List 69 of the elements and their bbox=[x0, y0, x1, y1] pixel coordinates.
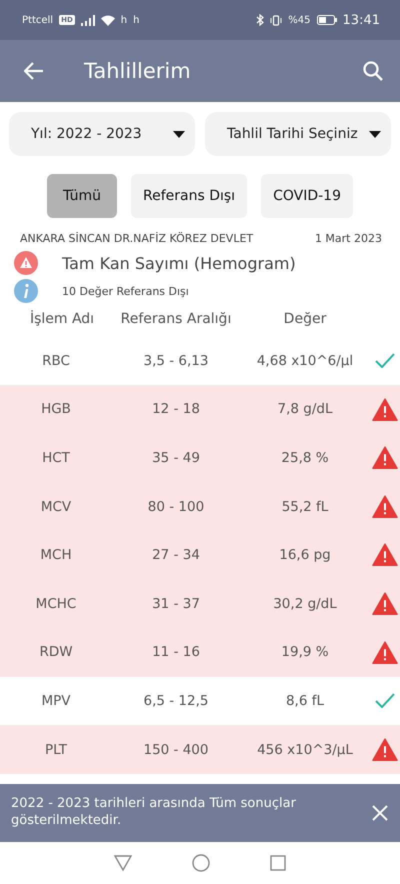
table-cell-text: 11 - 16 bbox=[151, 644, 201, 660]
table-cell-text: 456 x10^3/µL bbox=[256, 742, 354, 758]
table-cell-text: PLT bbox=[44, 742, 68, 758]
bluetooth-icon bbox=[256, 14, 264, 26]
filter-dropdown[interactable]: Tahlil Tarihi Seçiniz bbox=[205, 112, 391, 156]
warning-icon bbox=[372, 592, 398, 616]
warning-icon bbox=[372, 398, 398, 422]
table-cell-text: 7,8 g/dL bbox=[276, 401, 334, 418]
warning-icon bbox=[372, 494, 398, 518]
page-title: Tahlillerim bbox=[84, 59, 192, 83]
status-indicator: h bbox=[133, 14, 140, 26]
filter-chip[interactable]: COVID-19 bbox=[261, 174, 353, 218]
warning-icon bbox=[372, 738, 398, 762]
table-cell-text: 3,5 - 6,13 bbox=[142, 352, 210, 369]
table-cell-text: 16,6 pg bbox=[278, 547, 332, 564]
battery-icon bbox=[316, 15, 337, 25]
warning-icon bbox=[372, 446, 398, 470]
filter-chip[interactable]: Referans Dışı bbox=[131, 174, 248, 218]
wifi-icon bbox=[100, 14, 115, 26]
table-cell-text: MCV bbox=[40, 498, 72, 515]
table-cell-text: HCT bbox=[41, 450, 71, 466]
test-name: Tam Kan Sayımı (Hemogram) bbox=[62, 254, 296, 272]
info-icon bbox=[14, 279, 38, 303]
column-header: Değer bbox=[282, 311, 328, 327]
table-cell-text: 27 - 34 bbox=[151, 547, 201, 564]
warning-icon bbox=[372, 640, 398, 664]
signal-icon bbox=[80, 14, 95, 26]
clock-time: 13:41 bbox=[342, 12, 380, 28]
table-cell-text: 80 - 100 bbox=[146, 498, 206, 515]
caret-icon bbox=[369, 130, 381, 138]
filter-chip[interactable]: Tümü bbox=[47, 174, 118, 218]
snackbar-message: 2022 - 2023 tarihleri arasında Tüm sonuçlar gösterilmektedir. bbox=[11, 796, 297, 830]
table-cell-text: MCHC bbox=[34, 596, 78, 612]
table-cell-text: MCH bbox=[39, 547, 73, 564]
caret-icon bbox=[173, 130, 185, 138]
table-cell-text: 55,2 fL bbox=[280, 498, 330, 515]
warning-icon bbox=[372, 543, 398, 567]
table-cell-text: 6,5 - 12,5 bbox=[142, 692, 210, 709]
warning-icon bbox=[14, 251, 38, 275]
table-cell-text: RBC bbox=[41, 352, 71, 369]
check-icon bbox=[375, 693, 395, 708]
out-of-range-summary: 10 Değer Referans Dışı bbox=[62, 284, 189, 298]
table-cell-text: 25,8 % bbox=[280, 450, 330, 466]
column-header: Referans Aralığı bbox=[120, 311, 232, 327]
table-cell-text: 150 - 400 bbox=[142, 742, 210, 758]
vibrate-icon bbox=[270, 14, 282, 26]
table-cell-text: 8,6 fL bbox=[284, 692, 326, 709]
table-cell-text: 31 - 37 bbox=[151, 596, 201, 612]
carrier-name: Pttcell bbox=[22, 14, 54, 26]
table-cell-text: 35 - 49 bbox=[151, 450, 201, 466]
back-button[interactable] bbox=[22, 60, 46, 82]
back-nav-icon[interactable] bbox=[114, 855, 132, 871]
table-cell-text: 4,68 x10^6/µl bbox=[256, 352, 354, 369]
column-header: İşlem Adı bbox=[28, 311, 96, 327]
status-indicator: h bbox=[120, 14, 128, 26]
check-icon bbox=[375, 353, 395, 368]
home-nav-icon[interactable] bbox=[192, 854, 210, 872]
table-cell-text: HGB bbox=[40, 401, 72, 418]
report-date: 1 Mart 2023 bbox=[314, 232, 382, 245]
table-cell-text: 30,2 g/dL bbox=[272, 596, 338, 612]
table-cell-text: 19,9 % bbox=[280, 644, 330, 660]
table-cell-text: 12 - 18 bbox=[151, 401, 201, 418]
close-button[interactable] bbox=[370, 803, 390, 823]
filter-dropdown[interactable]: Yıl: 2022 - 2023 bbox=[9, 112, 195, 156]
battery-percent: %45 bbox=[288, 14, 311, 26]
table-cell-text: MPV bbox=[40, 692, 72, 709]
table-cell-text: RDW bbox=[38, 644, 74, 660]
recents-nav-icon[interactable] bbox=[270, 855, 286, 871]
hospital-name: ANKARA SİNCAN DR.NAFİZ KÖREZ DEVLET bbox=[20, 232, 254, 245]
